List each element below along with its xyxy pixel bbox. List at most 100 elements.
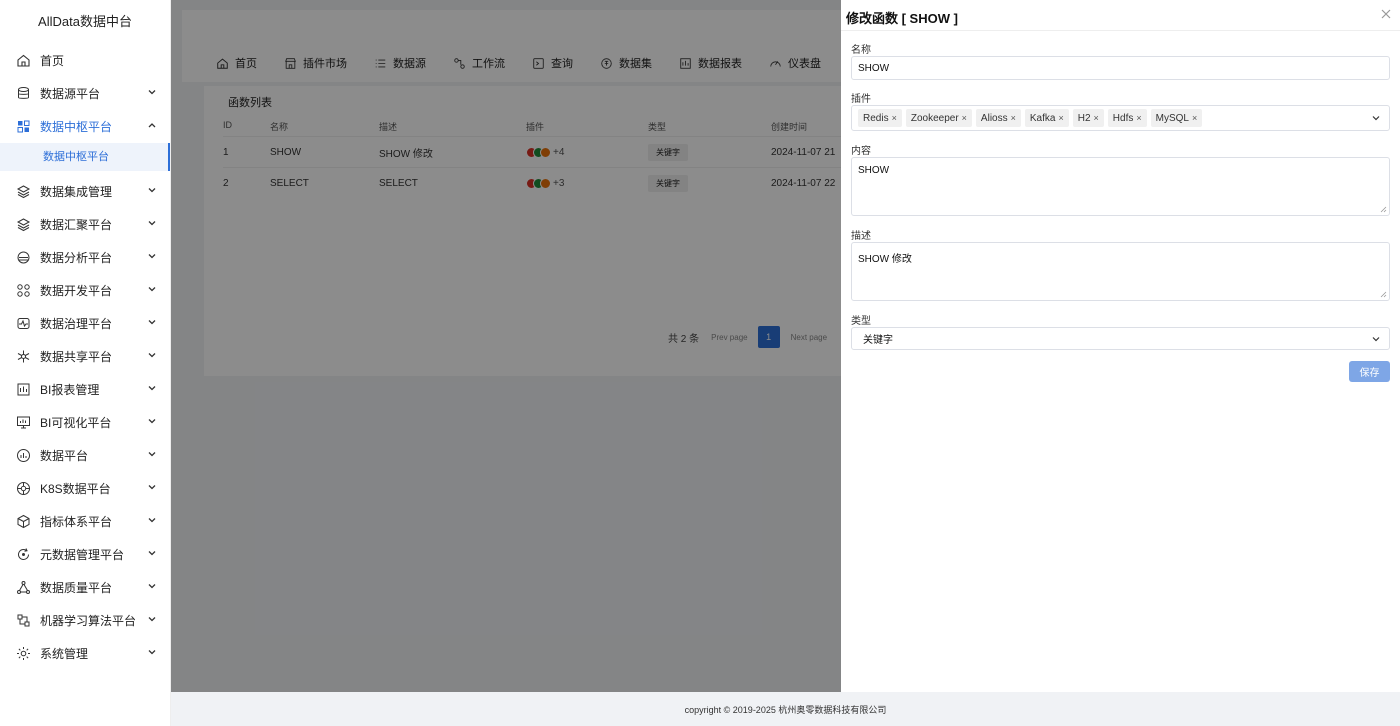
sidebar-item-4[interactable]: 数据汇聚平台 (0, 208, 170, 241)
monitor-icon (17, 416, 30, 429)
chevron-down-icon (148, 353, 156, 358)
sidebar-item-17[interactable]: 系统管理 (0, 637, 170, 670)
chevron-down-icon (148, 320, 156, 325)
quality-icon (17, 581, 30, 594)
database-icon (16, 86, 31, 101)
sidebar-item-label: 首页 (40, 54, 65, 68)
sidebar-item-label: 指标体系平台 (40, 515, 113, 529)
sidebar-item-label: 数据汇聚平台 (40, 218, 113, 232)
plugin-tag-label: Hdfs (1112, 112, 1134, 124)
remove-tag-icon[interactable]: × (1058, 113, 1063, 123)
layers-icon (16, 217, 31, 232)
sidebar-item-13[interactable]: 指标体系平台 (0, 505, 170, 538)
sidebar-item-1[interactable]: 数据源平台 (0, 77, 170, 110)
plugin-tag: MySQL × (1150, 109, 1203, 127)
sidebar-item-12[interactable]: K8S数据平台 (0, 472, 170, 505)
cube-icon (17, 514, 30, 529)
grid-icon (17, 120, 30, 133)
chevron-down-icon (148, 90, 156, 95)
remove-tag-icon[interactable]: × (1094, 113, 1099, 123)
chevron-down-icon (148, 485, 156, 490)
save-button[interactable]: 保存 (1349, 361, 1390, 382)
plugin-tag: H2 × (1072, 109, 1104, 127)
chart-icon (17, 449, 30, 462)
footer: copyright © 2019-2025 杭州奥零数据科技有限公司 (171, 692, 1400, 726)
sidebar-menu: 首页 数据源平台 数据中枢平台 数据中枢平台 数据集成管理 数据汇聚平台 数据分析平台 数据开… (0, 44, 170, 670)
cube-icon (16, 514, 31, 529)
remove-tag-icon[interactable]: × (892, 113, 897, 123)
chevron-down-icon (148, 518, 156, 523)
sidebar-item-7[interactable]: 数据治理平台 (0, 307, 170, 340)
name-label: 名称 (851, 45, 871, 56)
sidebar-item-label: 系统管理 (40, 647, 89, 661)
chevron-down-icon (148, 254, 156, 259)
plugins-multiselect[interactable]: Redis × Zookeeper × Alioss × Kafka × H2 × Hdfs × MyS… (851, 105, 1390, 131)
sidebar-item-3[interactable]: 数据集成管理 (0, 175, 170, 208)
sidebar-item-0[interactable]: 首页 (0, 44, 170, 77)
submenu-item-active[interactable]: 数据中枢平台 (0, 143, 170, 171)
layers-icon (16, 184, 31, 199)
desc-label: 描述 (851, 231, 871, 242)
sidebar-item-2[interactable]: 数据中枢平台 (0, 110, 170, 143)
remove-tag-icon[interactable]: × (1011, 113, 1016, 123)
sidebar-item-14[interactable]: 元数据管理平台 (0, 538, 170, 571)
sidebar-item-11[interactable]: 数据平台 (0, 439, 170, 472)
sidebar-item-label: 机器学习算法平台 (40, 614, 137, 628)
plugin-tag: Zookeeper × (905, 109, 972, 127)
share-icon (17, 350, 30, 363)
gear-icon (17, 647, 30, 660)
modal-overlay[interactable] (171, 0, 841, 692)
sidebar-item-16[interactable]: 机器学习算法平台 (0, 604, 170, 637)
sidebar-item-10[interactable]: BI可视化平台 (0, 406, 170, 439)
chevron-down-icon (148, 419, 156, 424)
report-icon (17, 383, 30, 396)
sidebar-item-5[interactable]: 数据分析平台 (0, 241, 170, 274)
name-input[interactable]: SHOW (851, 56, 1390, 80)
k8s-icon (17, 482, 30, 495)
layers-icon (16, 218, 31, 232)
desc-textarea[interactable]: SHOW 修改 (851, 242, 1390, 301)
sidebar-item-label: K8S数据平台 (40, 482, 111, 496)
close-icon[interactable] (1380, 8, 1392, 20)
plugins-label: 插件 (851, 94, 871, 105)
heartbeat-icon (16, 316, 31, 331)
sidebar-item-8[interactable]: 数据共享平台 (0, 340, 170, 373)
plugin-tag-label: Alioss (980, 112, 1008, 124)
remove-tag-icon[interactable]: × (962, 113, 967, 123)
sidebar-item-15[interactable]: 数据质量平台 (0, 571, 170, 604)
sidebar-item-label: BI可视化平台 (40, 416, 112, 430)
content-textarea[interactable]: SHOW (851, 157, 1390, 216)
chevron-down-icon (148, 551, 156, 556)
grid-icon (16, 119, 31, 134)
nodes-icon (16, 283, 31, 298)
share-icon (16, 349, 31, 364)
content-value: SHOW (858, 165, 890, 176)
nodes-icon (17, 284, 30, 297)
chevron-down-icon (1372, 116, 1380, 121)
plugin-tag-label: Redis (863, 112, 889, 124)
sidebar-item-6[interactable]: 数据开发平台 (0, 274, 170, 307)
remove-tag-icon[interactable]: × (1136, 113, 1141, 123)
ml-icon (17, 614, 30, 627)
sidebar-item-label: 元数据管理平台 (40, 548, 125, 562)
edit-function-drawer: 修改函数 [ SHOW ] 名称 SHOW 插件 Redis × Zookeeper… (841, 0, 1400, 692)
desc-value: SHOW 修改 (858, 254, 912, 265)
sidebar-item-label: BI报表管理 (40, 383, 100, 397)
ml-icon (16, 613, 31, 628)
layers-icon (16, 185, 31, 199)
chevron-down-icon (148, 386, 156, 391)
chevron-down-icon (148, 188, 156, 193)
chevron-down-icon (1372, 336, 1380, 341)
refresh-icon (18, 548, 29, 560)
sidebar-item-9[interactable]: BI报表管理 (0, 373, 170, 406)
quality-icon (16, 580, 31, 595)
sidebar-item-label: 数据中枢平台 (40, 120, 113, 134)
resize-handle-icon[interactable] (1380, 206, 1387, 213)
type-select[interactable]: 关键字 (851, 327, 1390, 350)
k8s-icon (16, 481, 31, 496)
resize-handle-icon[interactable] (1380, 291, 1387, 298)
drawer-header: 修改函数 [ SHOW ] (841, 0, 1400, 31)
remove-tag-icon[interactable]: × (1192, 113, 1197, 123)
plugin-tag-label: Kafka (1029, 112, 1056, 124)
plugin-tag: Hdfs × (1107, 109, 1147, 127)
